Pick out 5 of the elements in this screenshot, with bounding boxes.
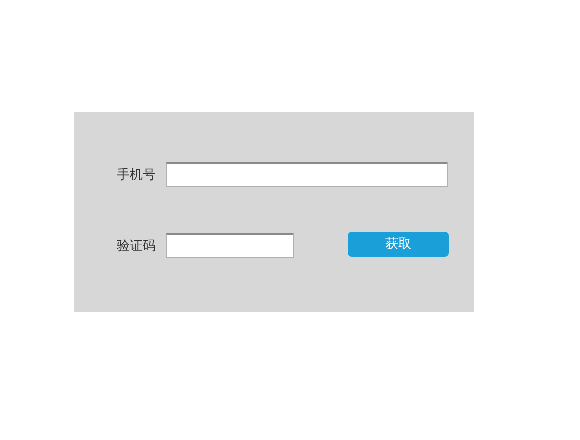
phone-label: 手机号 (116, 166, 156, 184)
code-label: 验证码 (116, 238, 156, 254)
phone-input-field[interactable] (166, 162, 448, 187)
code-input-field[interactable] (166, 233, 294, 258)
get-code-button[interactable]: 获取 (348, 232, 449, 256)
